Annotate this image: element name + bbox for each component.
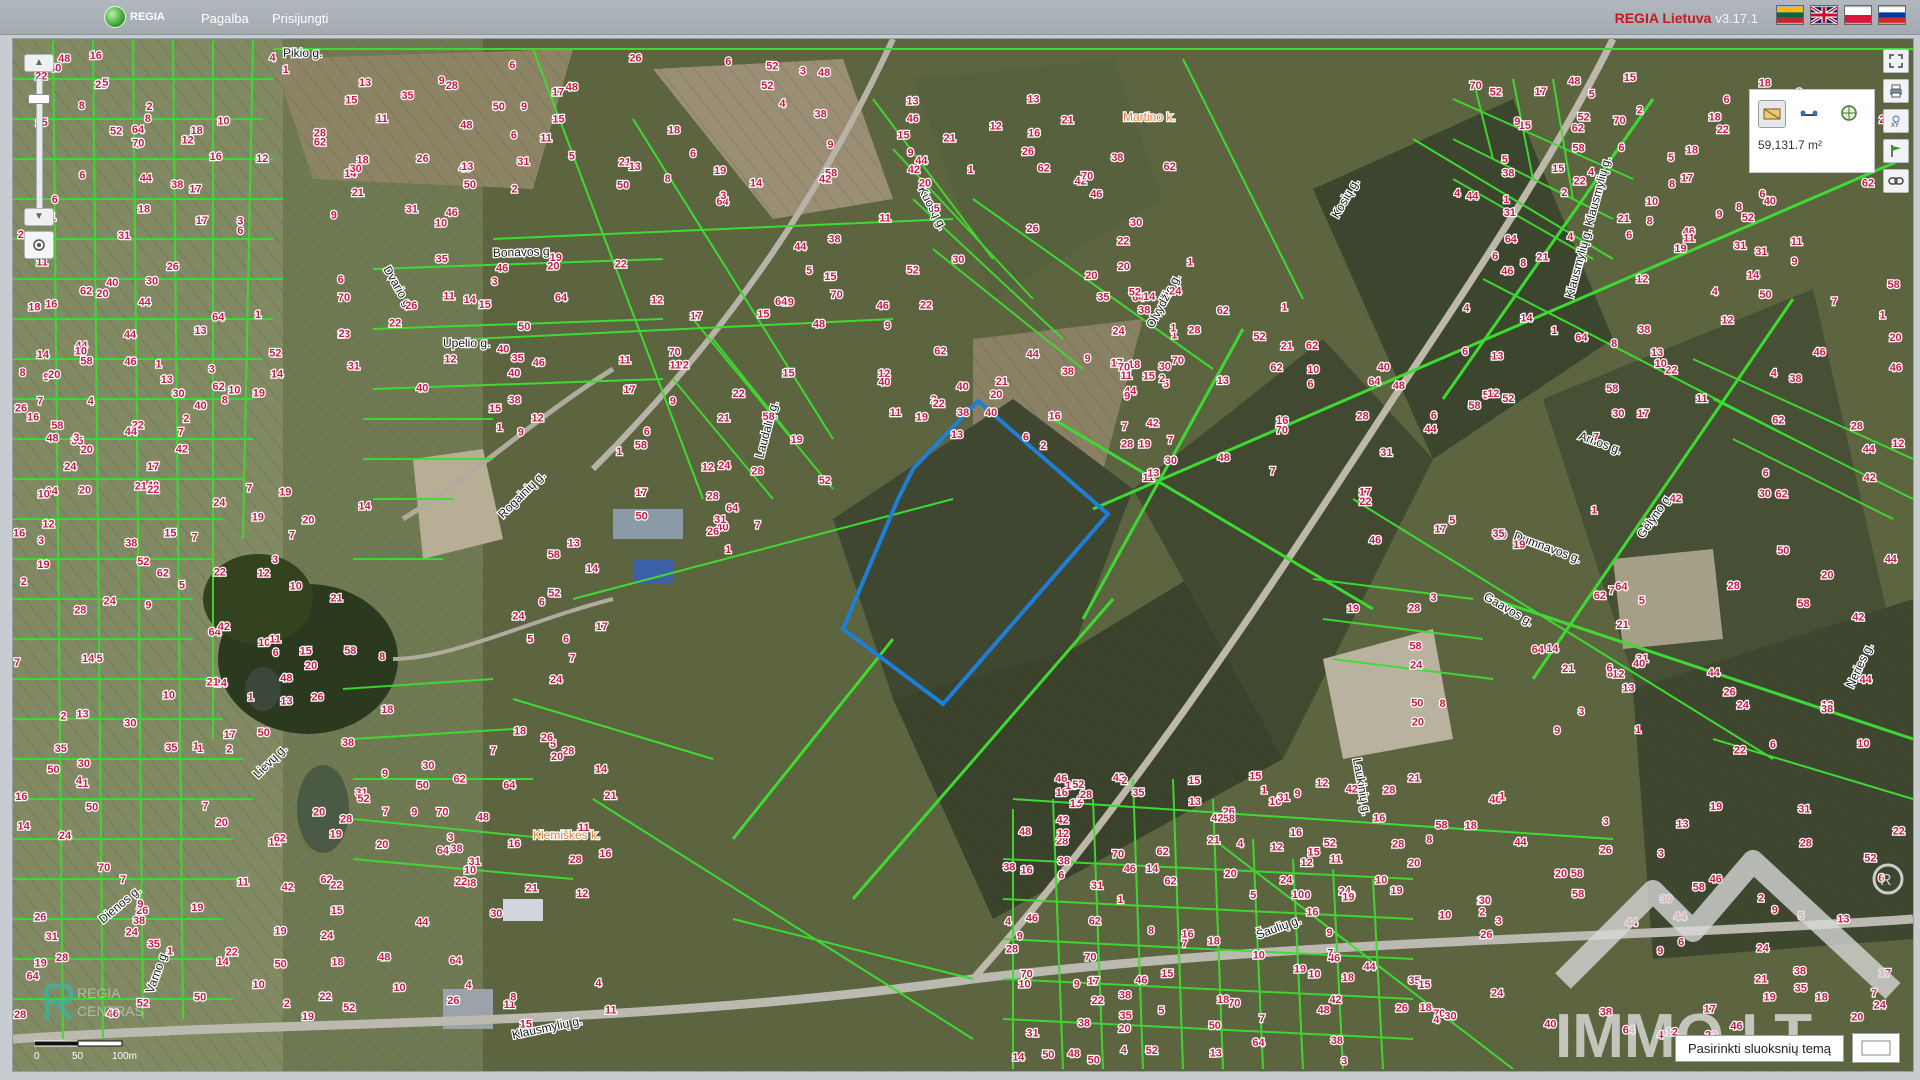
map-viewport[interactable]: Pikio g. Bonavos g. Upelio g. Kuosų g. Kosių… <box>12 38 1914 1072</box>
locate-me-button[interactable] <box>24 231 54 259</box>
area-measure-button[interactable] <box>1758 100 1786 128</box>
nav-login-link[interactable]: Prisijungti <box>272 11 328 26</box>
location-measure-icon <box>1841 105 1857 121</box>
brand-title: REGIA Lietuva v3.17.1 <box>1615 10 1758 26</box>
link-icon <box>1888 177 1904 185</box>
scale-label-50: 50 <box>72 1051 84 1062</box>
location-measure-button[interactable] <box>1836 100 1862 126</box>
print-icon <box>1890 84 1902 98</box>
flag-pl-icon[interactable] <box>1844 5 1872 25</box>
layers-icon <box>1861 1040 1891 1056</box>
flag-icon <box>1891 145 1901 157</box>
xy-coordinates-button[interactable]: XY <box>1883 109 1909 133</box>
brand-name: REGIA Lietuva <box>1614 10 1712 26</box>
scale-bar: 0 50 100m <box>33 1037 144 1063</box>
nav-help-link[interactable]: Pagalba <box>201 11 249 26</box>
scale-bar-graphic <box>33 1040 123 1047</box>
zoom-control: ▲ ▼ <box>24 54 54 254</box>
regia-logo[interactable]: REGIA <box>104 6 165 28</box>
top-bar: REGIA Pagalba Prisijungti REGIA Lietuva v… <box>0 0 1920 35</box>
area-measure-icon <box>1763 108 1781 120</box>
crosshair-icon <box>33 239 45 251</box>
area-measurement-value: 59,131.7 m² <box>1758 138 1823 152</box>
fullscreen-button[interactable] <box>1883 49 1909 73</box>
logo-text: REGIA <box>130 11 165 23</box>
flag-lt-icon[interactable] <box>1776 5 1804 25</box>
link-button[interactable] <box>1883 169 1909 193</box>
side-toolbar: XY <box>1883 49 1909 199</box>
layer-theme-control: Pasirinkti sluoksnių temą <box>1674 1033 1900 1063</box>
svg-text:XY: XY <box>1891 123 1899 128</box>
flag-ru-icon[interactable] <box>1878 5 1906 25</box>
flag-marker-button[interactable] <box>1883 139 1909 163</box>
xy-coordinates-icon: XY <box>1891 115 1900 128</box>
orthophoto-map[interactable] <box>13 39 1913 1071</box>
print-button[interactable] <box>1883 79 1909 103</box>
scale-label-100m: 100m <box>112 1051 138 1062</box>
layer-theme-toggle[interactable] <box>1852 1033 1900 1063</box>
layer-theme-button[interactable]: Pasirinkti sluoksnių temą <box>1674 1034 1844 1062</box>
zoom-slider-thumb[interactable] <box>28 94 50 104</box>
zoom-in-button[interactable]: ▲ <box>24 54 54 72</box>
fullscreen-icon <box>1889 54 1903 68</box>
distance-measure-button[interactable] <box>1796 100 1822 126</box>
flag-en-icon[interactable] <box>1810 5 1838 25</box>
measure-panel: 59,131.7 m² <box>1749 89 1875 173</box>
distance-measure-icon <box>1800 110 1818 116</box>
zoom-out-button[interactable]: ▼ <box>24 208 54 226</box>
regia-globe-icon <box>104 6 126 28</box>
language-switcher <box>1776 5 1906 25</box>
brand-version: v3.17.1 <box>1715 11 1758 26</box>
scale-label-0: 0 <box>34 1051 40 1062</box>
